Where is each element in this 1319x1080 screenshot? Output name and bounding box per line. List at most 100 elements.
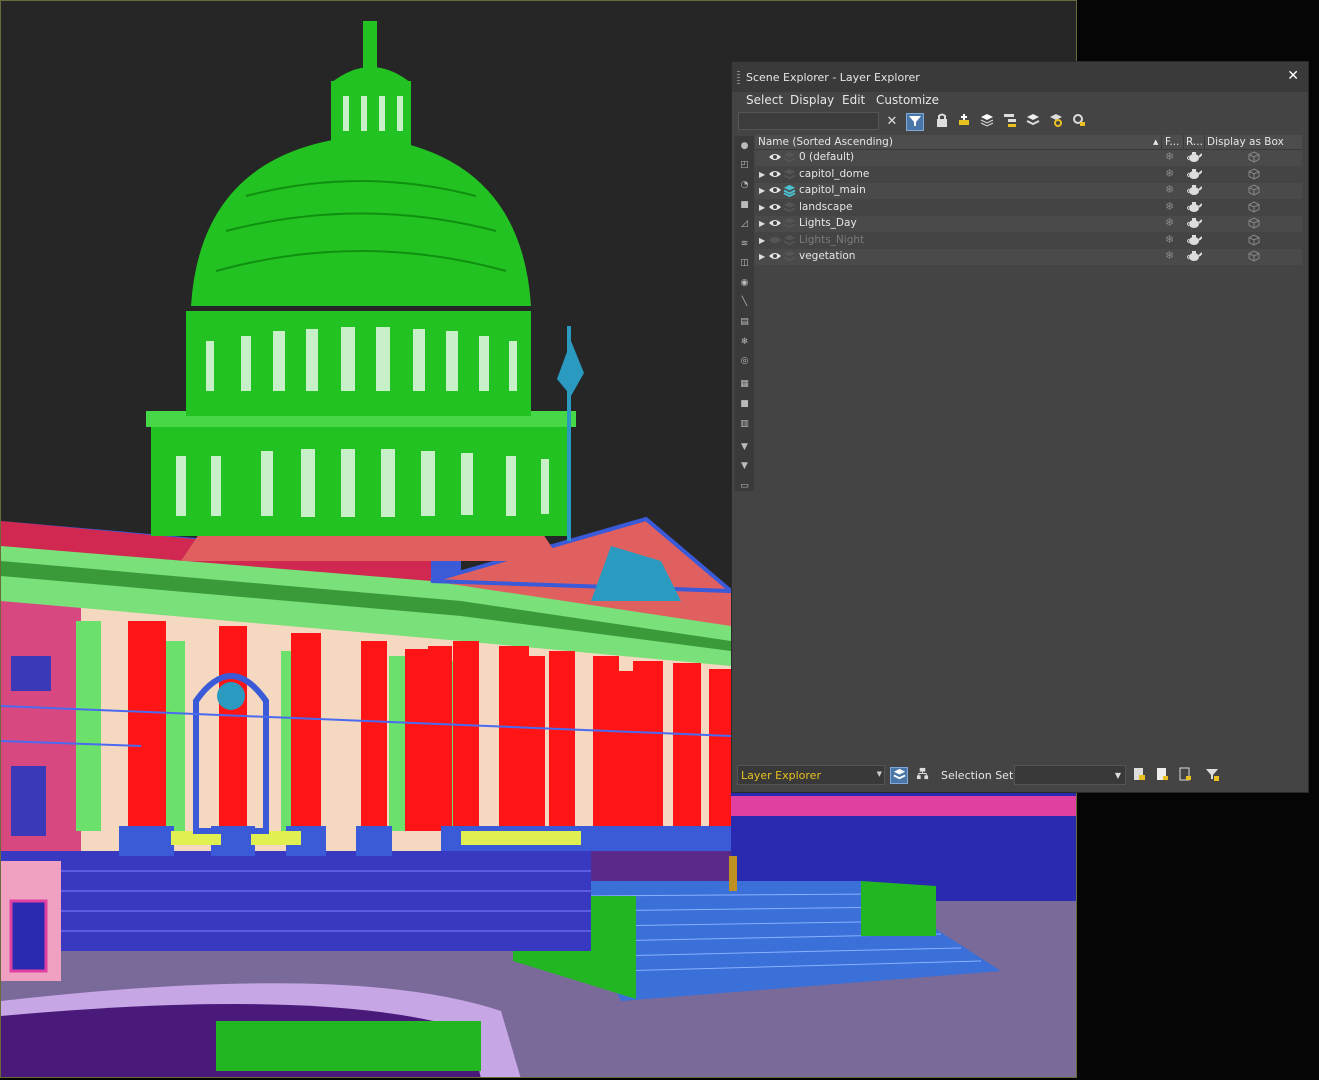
display-spacewarps-icon[interactable]: ≋ — [737, 237, 752, 252]
layer-row[interactable]: 0 (default) ❄ — [755, 150, 1302, 166]
new-selection-set-icon[interactable] — [1153, 767, 1171, 784]
display-box-icon[interactable] — [1248, 217, 1260, 229]
layer-name[interactable]: capitol_main — [799, 184, 866, 196]
layer-settings-icon[interactable] — [1070, 113, 1088, 131]
display-box-icon[interactable] — [1248, 167, 1260, 180]
column-freeze[interactable]: F... — [1165, 136, 1179, 148]
layer-refresh-icon[interactable] — [1047, 113, 1065, 131]
visibility-hidden-icon[interactable] — [769, 234, 781, 246]
close-button[interactable]: ✕ — [1287, 68, 1299, 84]
freeze-icon[interactable]: ❄ — [1165, 233, 1174, 246]
explorer-type-dropdown[interactable]: Layer Explorer ▼ — [737, 765, 885, 785]
drag-grip[interactable] — [737, 71, 740, 84]
display-helpers-icon[interactable]: ◿ — [737, 217, 752, 232]
visibility-eye-icon[interactable] — [769, 168, 781, 180]
layer-name[interactable]: Lights_Night — [799, 234, 864, 246]
create-layer-icon[interactable] — [955, 113, 973, 131]
renderable-teapot-icon[interactable] — [1186, 217, 1203, 229]
expand-arrow-icon[interactable]: ▶ — [759, 236, 765, 245]
sort-ascending-icon[interactable]: ▲ — [1153, 138, 1158, 146]
layer-name[interactable]: vegetation — [799, 250, 855, 262]
display-frozen-icon[interactable]: ❄ — [737, 335, 752, 350]
expand-arrow-icon[interactable]: ▶ — [759, 203, 765, 212]
search-input[interactable] — [738, 112, 879, 130]
freeze-icon[interactable]: ❄ — [1165, 249, 1174, 262]
current-layer-icon[interactable] — [783, 184, 796, 198]
menu-select[interactable]: Select — [746, 93, 783, 107]
layer-icon[interactable] — [783, 217, 796, 230]
display-box-icon[interactable] — [1248, 250, 1260, 262]
display-containers-icon[interactable]: ▤ — [737, 315, 752, 330]
filter-options-icon[interactable] — [1203, 767, 1221, 784]
freeze-icon[interactable]: ❄ — [1165, 183, 1174, 196]
column-render[interactable]: R... — [1186, 136, 1203, 148]
display-bones-icon[interactable]: ╲ — [737, 295, 752, 310]
edit-selection-set-icon[interactable] — [1130, 767, 1148, 784]
expand-arrow-icon[interactable]: ▶ — [759, 186, 765, 195]
layer-row[interactable]: ▶ Lights_Night ❄ — [755, 232, 1302, 249]
renderable-teapot-icon[interactable] — [1186, 184, 1203, 196]
title-bar[interactable]: Scene Explorer - Layer Explorer ✕ — [732, 62, 1308, 92]
display-box-icon[interactable] — [1248, 233, 1260, 246]
sort-by-hierarchy-icon[interactable] — [913, 767, 931, 784]
display-box-icon[interactable] — [1248, 151, 1260, 163]
column-display-as-box[interactable]: Display as Box — [1207, 136, 1284, 148]
folder-icon[interactable]: ▭ — [737, 479, 752, 494]
save-selection-set-icon[interactable] — [1176, 767, 1194, 784]
visibility-eye-icon[interactable] — [769, 201, 781, 213]
layer-name[interactable]: Lights_Day — [799, 217, 857, 229]
scene-explorer-window[interactable]: Scene Explorer - Layer Explorer ✕ Select… — [731, 61, 1309, 793]
renderable-teapot-icon[interactable] — [1186, 234, 1203, 246]
hierarchy-icon[interactable] — [1001, 113, 1019, 131]
renderable-teapot-icon[interactable] — [1186, 201, 1203, 213]
lock-icon[interactable] — [933, 113, 951, 131]
layer-icon[interactable] — [783, 250, 796, 263]
visibility-eye-icon[interactable] — [769, 217, 781, 229]
layers-icon[interactable] — [1024, 113, 1042, 131]
display-xrefs-icon[interactable]: ◉ — [737, 276, 752, 291]
display-cameras-icon[interactable]: ■ — [737, 198, 752, 213]
display-invert-icon[interactable]: ▥ — [737, 417, 752, 432]
renderable-teapot-icon[interactable] — [1186, 250, 1203, 262]
freeze-icon[interactable]: ❄ — [1165, 200, 1174, 213]
sort-by-layer-icon[interactable] — [890, 767, 908, 784]
display-lights-icon[interactable]: ◔ — [737, 178, 752, 193]
display-box-icon[interactable] — [1248, 184, 1260, 196]
renderable-teapot-icon[interactable] — [1186, 151, 1203, 163]
renderable-teapot-icon[interactable] — [1186, 168, 1203, 180]
menu-display[interactable]: Display — [790, 93, 834, 107]
display-geometry-icon[interactable]: ● — [737, 139, 752, 154]
selection-set-dropdown[interactable]: ▼ — [1014, 765, 1126, 785]
freeze-icon[interactable]: ❄ — [1165, 216, 1174, 229]
expand-arrow-icon[interactable]: ▶ — [759, 252, 765, 261]
display-none-icon[interactable]: ■ — [737, 397, 752, 412]
display-shapes-icon[interactable]: ◰ — [737, 158, 752, 173]
filter-settings-icon[interactable]: ▼ — [737, 440, 752, 455]
expand-arrow-icon[interactable]: ▶ — [759, 170, 765, 179]
display-groups-icon[interactable]: ◫ — [737, 256, 752, 271]
layer-icon[interactable] — [783, 234, 796, 247]
column-name[interactable]: Name (Sorted Ascending) — [758, 136, 893, 148]
visibility-eye-icon[interactable] — [769, 184, 781, 196]
layer-row[interactable]: ▶ capitol_main ❄ — [755, 183, 1302, 199]
expand-arrow-icon[interactable]: ▶ — [759, 219, 765, 228]
display-box-icon[interactable] — [1248, 200, 1260, 213]
filter-toggle-icon[interactable] — [906, 113, 924, 131]
layer-icon[interactable] — [783, 151, 796, 164]
layer-row[interactable]: ▶ capitol_dome ❄ — [755, 166, 1302, 183]
layer-name[interactable]: capitol_dome — [799, 168, 869, 180]
freeze-icon[interactable]: ❄ — [1165, 167, 1174, 180]
layer-name[interactable]: landscape — [799, 201, 852, 213]
layer-row[interactable]: ▶ Lights_Day ❄ — [755, 216, 1302, 232]
filter-icon[interactable]: ▼ — [737, 459, 752, 474]
menu-customize[interactable]: Customize — [876, 93, 939, 107]
layer-stack-icon[interactable] — [978, 113, 996, 131]
layer-row[interactable]: ▶ landscape ❄ — [755, 199, 1302, 216]
display-hidden-icon[interactable]: ◎ — [737, 354, 752, 369]
visibility-eye-icon[interactable] — [769, 250, 781, 262]
layer-name[interactable]: 0 (default) — [799, 151, 854, 163]
menu-edit[interactable]: Edit — [842, 93, 865, 107]
display-all-icon[interactable]: ▦ — [737, 377, 752, 392]
layer-icon[interactable] — [783, 168, 796, 181]
layer-row[interactable]: ▶ vegetation ❄ — [755, 249, 1302, 265]
